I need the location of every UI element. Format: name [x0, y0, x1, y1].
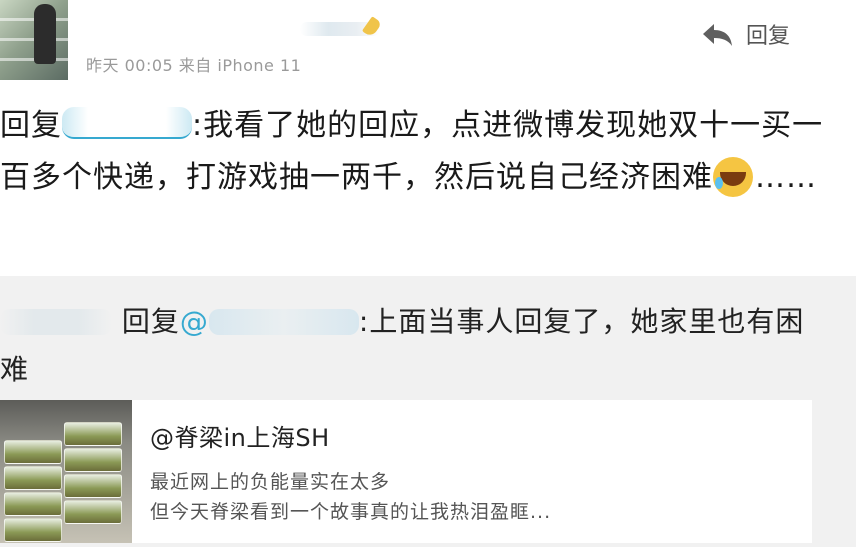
username-redacted[interactable] [300, 22, 380, 36]
reply-button[interactable]: 回复 [700, 18, 790, 50]
reply-arrow-icon [703, 24, 732, 46]
comment-body: 回复:我看了她的回应，点进微博发现她双十一买一百多个快递，打游戏抽一两千，然后说… [0, 100, 830, 204]
quoted-at-sign: @ [179, 305, 209, 338]
quoted-mention-redacted[interactable] [208, 309, 359, 335]
card-thumbnail [0, 400, 132, 543]
linked-post-card[interactable]: @脊梁in上海SH 最近网上的负能量实在太多 但今天脊梁看到一个故事真的让我热泪… [0, 400, 812, 543]
quoted-user-redacted[interactable] [0, 309, 112, 335]
card-summary-line-2: 但今天脊梁看到一个故事真的让我热泪盈眶... [150, 501, 552, 523]
quoted-text: 回复@:上面当事人回复了，她家里也有困难 [0, 298, 820, 394]
post-meta: 昨天 00:05 来自 iPhone 11 [86, 56, 302, 75]
reply-label: 回复 [746, 24, 791, 49]
quoted-body: :上面当事人回复了，她家里也有困难 [0, 305, 805, 386]
avatar[interactable] [0, 0, 68, 80]
comment-screen: 昨天 00:05 来自 iPhone 11 回复 回复:我看了她的回应，点进微博… [0, 0, 856, 547]
card-summary-line-1: 最近网上的负能量实在太多 [150, 471, 391, 493]
reply-prefix: 回复 [0, 108, 62, 143]
comment-ellipsis: …… [755, 160, 817, 195]
mention-redacted[interactable] [62, 107, 192, 139]
quoted-reply-word: 回复 [121, 305, 180, 338]
card-body: @脊梁in上海SH 最近网上的负能量实在太多 但今天脊梁看到一个故事真的让我热泪… [132, 400, 551, 543]
laugh-cry-emoji-icon [713, 157, 753, 197]
card-title: @脊梁in上海SH [150, 424, 330, 452]
